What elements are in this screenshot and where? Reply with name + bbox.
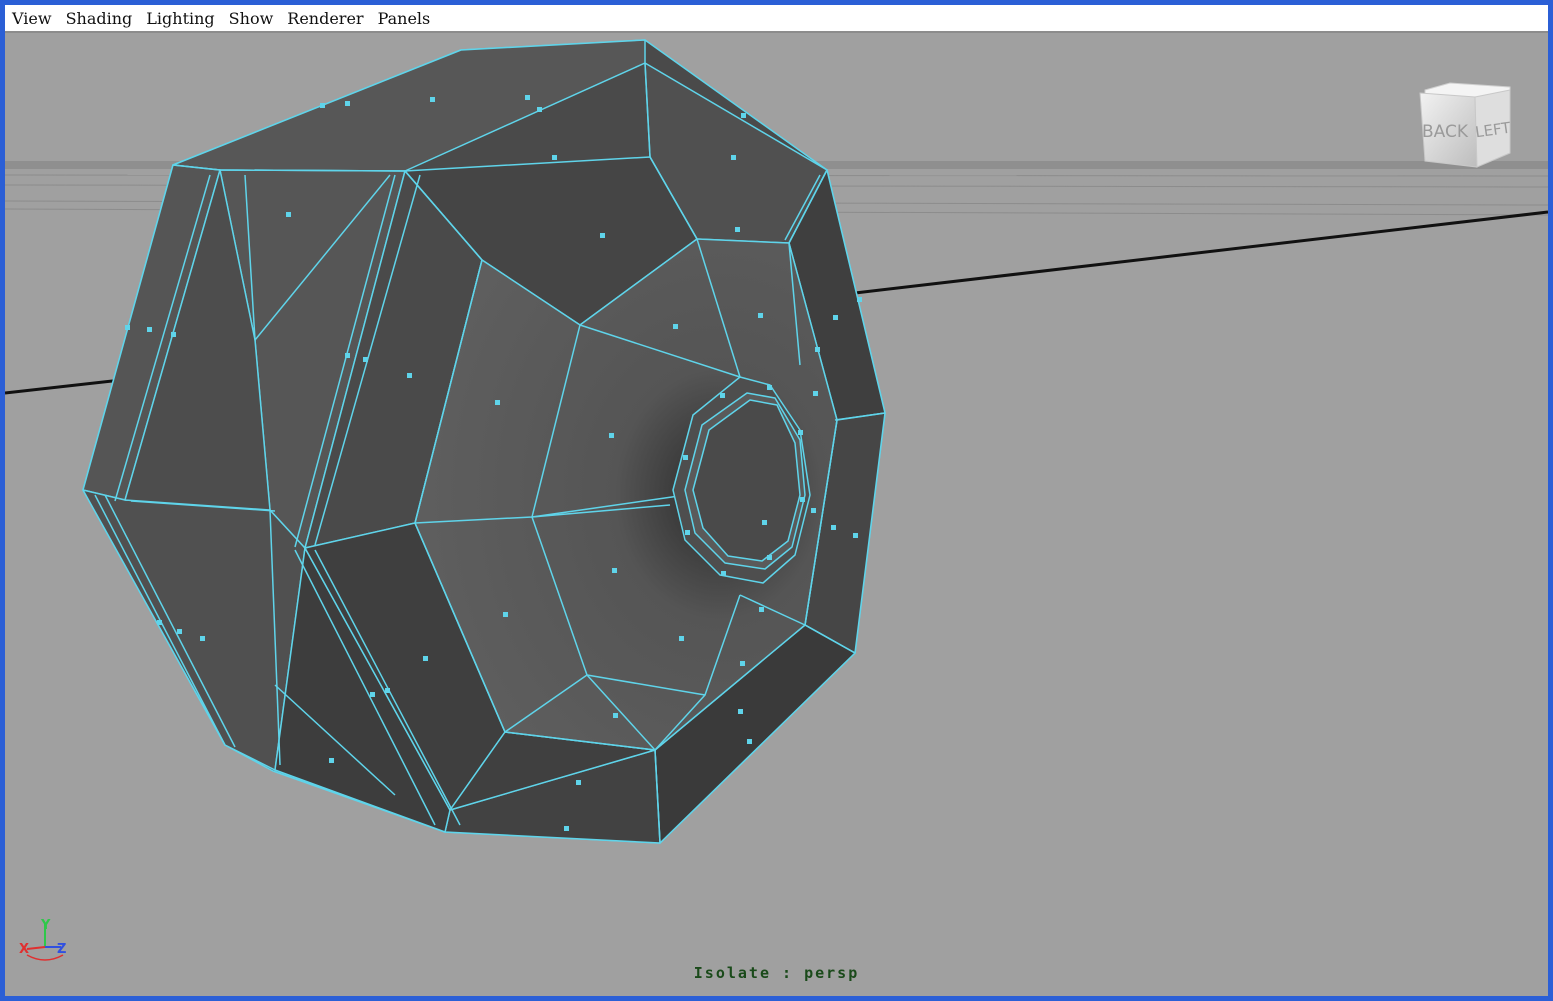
viewcube-icon[interactable]: BACK LEFT [1419, 82, 1512, 168]
axis-y-label: Y [40, 918, 51, 933]
menu-lighting[interactable]: Lighting [146, 9, 214, 28]
menu-show[interactable]: Show [229, 9, 274, 28]
isolate-status-label: Isolate : persp [693, 964, 860, 982]
panel-menubar: View Shading Lighting Show Renderer Pane… [5, 5, 1548, 33]
menu-shading[interactable]: Shading [66, 9, 133, 28]
menu-view[interactable]: View [12, 9, 52, 28]
axis-indicator-icon: Y X Z [19, 918, 66, 961]
scene-canvas: BACK LEFT Y X Z [5, 39, 1548, 961]
axis-x-label: X [19, 942, 29, 957]
menu-panels[interactable]: Panels [378, 9, 431, 28]
menu-renderer[interactable]: Renderer [287, 9, 363, 28]
mesh-object[interactable] [82, 39, 886, 844]
maya-viewport-panel: View Shading Lighting Show Renderer Pane… [0, 0, 1553, 1001]
perspective-viewport[interactable]: BACK LEFT Y X Z Isolate : persp [5, 35, 1548, 996]
axis-z-label: Z [57, 942, 66, 957]
viewcube-back-label: BACK [1422, 122, 1469, 142]
